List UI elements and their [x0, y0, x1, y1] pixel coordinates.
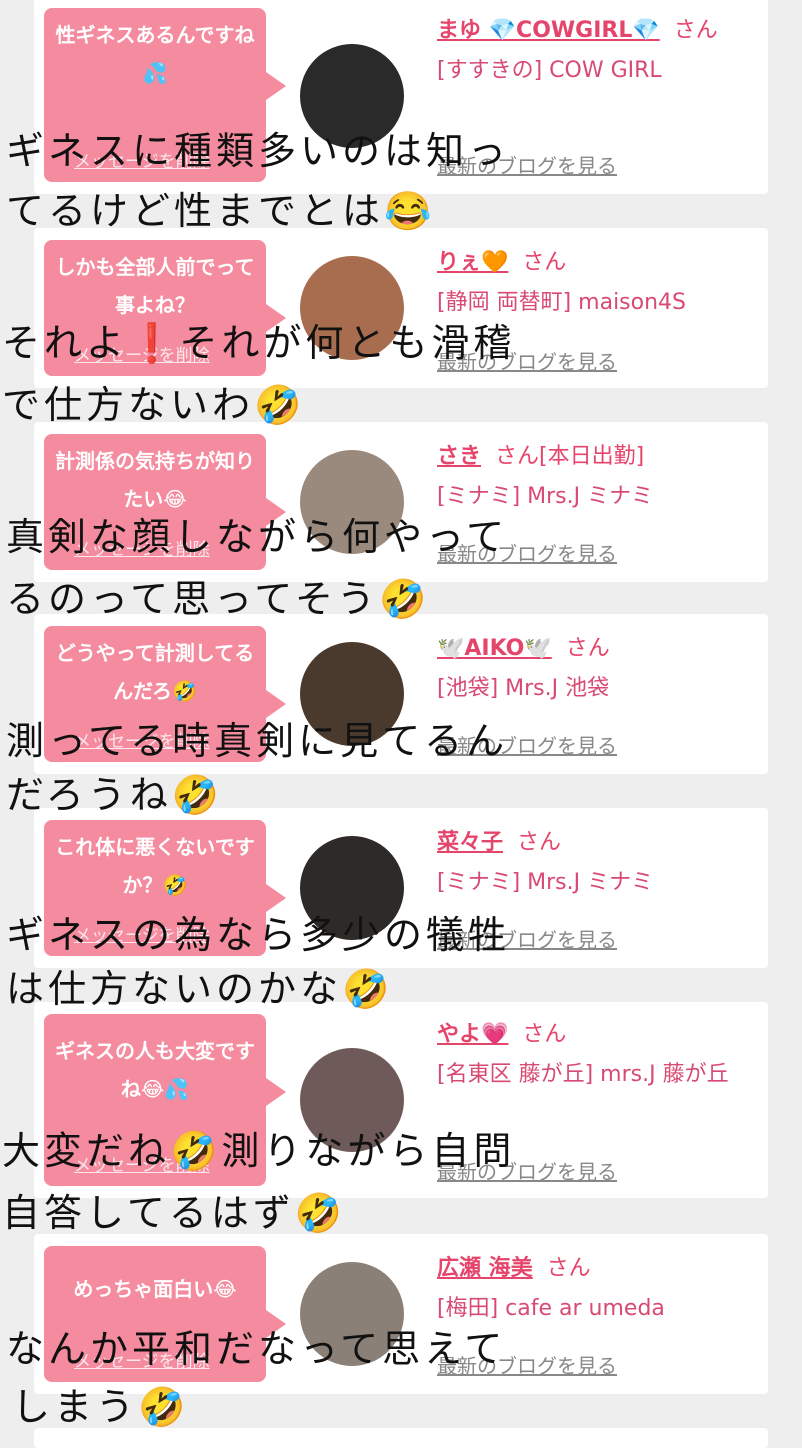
handwritten-caption: なんか平和だなって思えて: [6, 1327, 507, 1371]
handwritten-caption: は仕方ないのかな🤣: [6, 967, 394, 1011]
handwritten-caption: しまう🤣: [12, 1385, 190, 1429]
handwritten-caption: るのって思ってそう🤣: [6, 577, 431, 621]
honorific: さん: [546, 1256, 591, 1281]
shop-label[interactable]: [池袋] Mrs.J 池袋: [437, 674, 757, 704]
shop-label[interactable]: [ミナミ] Mrs.J ミナミ: [437, 482, 757, 512]
handwritten-caption: 大変だね🤣測りながら自問: [2, 1129, 516, 1173]
user-name-link[interactable]: りぇ🧡: [437, 250, 508, 275]
honorific: さん[本日出勤]: [495, 444, 645, 469]
user-name-link[interactable]: 菜々子: [437, 830, 503, 855]
handwritten-caption: てるけど性までとは😂: [6, 189, 436, 233]
handwritten-caption: それよ❗️それが何とも滑稽: [2, 321, 516, 365]
shop-label[interactable]: [すすきの] COW GIRL: [437, 56, 757, 86]
message-text: しかも全部人前でって事よね？: [55, 255, 255, 317]
user-name-link[interactable]: まゆ 💎COWGIRL💎: [437, 18, 660, 43]
handwritten-caption: 真剣な顔しながら何やって: [6, 515, 509, 559]
user-name-link[interactable]: やよ💗: [437, 1022, 508, 1047]
honorific: さん: [517, 830, 562, 855]
handwritten-caption: ギネスの為なら多少の犠牲: [6, 913, 511, 957]
shop-label[interactable]: [梅田] cafe ar umeda: [437, 1294, 757, 1324]
message-text: これ体に悪くないですか？🤣: [55, 835, 255, 897]
message-text: 計測係の気持ちが知りたい😂: [55, 449, 255, 511]
shop-label[interactable]: [名東区 藤が丘] mrs.J 藤が丘: [437, 1060, 747, 1090]
handwritten-caption: で仕方ないわ🤣: [2, 383, 306, 427]
user-info: 🕊️AIKO🕊️ さん [池袋] Mrs.J 池袋: [437, 630, 757, 704]
user-info: まゆ 💎COWGIRL💎 さん [すすきの] COW GIRL: [437, 12, 757, 86]
shop-label[interactable]: [ミナミ] Mrs.J ミナミ: [437, 868, 757, 898]
message-card: [34, 1428, 768, 1448]
handwritten-caption: だろうね🤣: [6, 773, 224, 817]
honorific: さん: [673, 18, 718, 43]
honorific: さん: [522, 250, 567, 275]
user-name-link[interactable]: さき: [437, 444, 481, 469]
user-info: 菜々子 さん [ミナミ] Mrs.J ミナミ: [437, 824, 757, 898]
user-info: さき さん[本日出勤] [ミナミ] Mrs.J ミナミ: [437, 438, 757, 512]
message-text: 性ギネスあるんですね💦: [55, 23, 255, 85]
user-info: 広瀬 海美 さん [梅田] cafe ar umeda: [437, 1250, 757, 1324]
shop-label[interactable]: [静岡 両替町] maison4S: [437, 288, 757, 318]
message-text: どうやって計測してるんだろ🤣: [55, 641, 255, 703]
handwritten-caption: 自答してるはず🤣: [2, 1191, 347, 1235]
user-name-link[interactable]: 🕊️AIKO🕊️: [437, 636, 552, 661]
message-text: めっちゃ面白い😂: [73, 1277, 237, 1301]
user-name-link[interactable]: 広瀬 海美: [437, 1256, 533, 1281]
honorific: さん: [565, 636, 610, 661]
handwritten-caption: 測ってる時真剣に見てるん: [6, 719, 509, 763]
handwritten-caption: ギネスに種類多いのは知っ: [6, 129, 511, 173]
user-info: りぇ🧡 さん [静岡 両替町] maison4S: [437, 244, 757, 318]
user-info: やよ💗 さん [名東区 藤が丘] mrs.J 藤が丘: [437, 1016, 757, 1090]
message-text: ギネスの人も大変ですね😂💦: [55, 1039, 255, 1101]
honorific: さん: [522, 1022, 567, 1047]
